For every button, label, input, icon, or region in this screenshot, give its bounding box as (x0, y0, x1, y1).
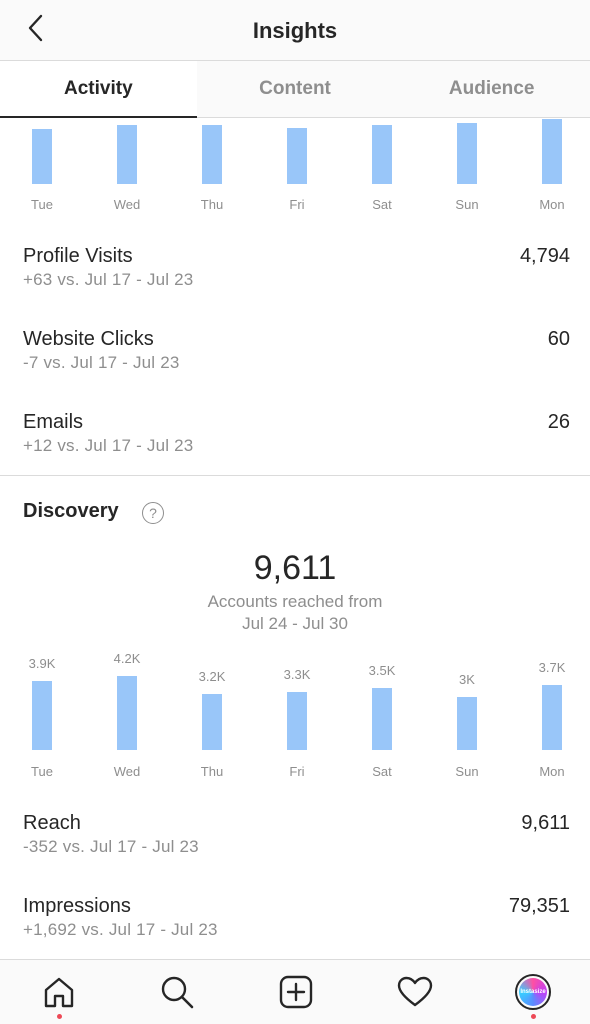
stat-label: Website Clicks (23, 328, 154, 350)
chart-bar (117, 125, 137, 184)
chart-day-label: Sun (455, 764, 479, 779)
nav-home[interactable] (39, 972, 79, 1012)
chart-bar (542, 119, 562, 184)
chart-bar (202, 125, 222, 184)
header-bar: Insights (0, 0, 590, 60)
heart-icon (397, 976, 433, 1007)
chart-bar (287, 128, 307, 184)
chart-day-label: Fri (289, 764, 305, 779)
chart-bar (372, 688, 392, 750)
chart-day-label: Wed (113, 197, 141, 212)
nav-activity[interactable] (395, 972, 435, 1012)
chart-value-label: 3.3K (283, 667, 311, 682)
chart-day-label: Mon (539, 764, 565, 779)
chart-day-label: Sun (455, 197, 479, 212)
help-icon[interactable]: ? (142, 502, 164, 524)
page-title: Insights (252, 17, 338, 43)
chart-value-label: 3.9K (28, 656, 56, 671)
chart-bar (457, 123, 477, 184)
activity-bar-chart: Tue Wed Thu Fri Sat Sun Mon (0, 119, 590, 219)
avatar-image: Instasize (519, 978, 547, 1006)
chart-day-label: Thu (200, 764, 224, 779)
insights-content[interactable]: Tue Wed Thu Fri Sat Sun Mon Profile Visits 4,7… (0, 119, 590, 959)
nav-new-post[interactable] (276, 972, 316, 1012)
stat-impressions[interactable]: Impressions 79,351 +1,692 vs. Jul 17 - J… (23, 895, 570, 945)
chart-bar (457, 697, 477, 750)
chart-day-label: Wed (113, 764, 141, 779)
avatar: Instasize (515, 974, 551, 1010)
discovery-total: 9,611 (253, 549, 337, 587)
stat-delta: +1,692 vs. Jul 17 - Jul 23 (23, 920, 218, 939)
tab-activity[interactable]: Activity (0, 61, 197, 118)
chart-value-label: 3K (459, 672, 475, 687)
chart-day-label: Sat (372, 197, 392, 212)
chart-value-label: 3.7K (538, 660, 566, 675)
stat-label: Impressions (23, 895, 131, 917)
chart-value-label: 3.5K (368, 663, 396, 678)
stat-website-clicks[interactable]: Website Clicks 60 -7 vs. Jul 17 - Jul 23 (23, 328, 570, 378)
discovery-caption: Accounts reached from (207, 592, 383, 611)
tab-bar: Activity Content Audience (0, 60, 590, 118)
chart-day-label: Thu (200, 197, 224, 212)
stat-value: 26 (547, 411, 570, 433)
chart-bar (287, 692, 307, 750)
chart-day-label: Mon (539, 197, 565, 212)
stat-profile-visits[interactable]: Profile Visits 4,794 +63 vs. Jul 17 - Ju… (23, 245, 570, 295)
chart-bar (202, 694, 222, 750)
stat-reach[interactable]: Reach 9,611 -352 vs. Jul 17 - Jul 23 (23, 812, 570, 862)
chart-bar (542, 685, 562, 750)
stat-value: 60 (547, 328, 570, 350)
chart-value-label: 3.2K (198, 669, 226, 684)
back-button[interactable] (18, 10, 54, 46)
stat-value: 4,794 (519, 245, 570, 267)
chart-bar (117, 676, 137, 750)
discovery-date-range: Jul 24 - Jul 30 (242, 614, 348, 633)
notification-dot (531, 1014, 536, 1019)
tab-content[interactable]: Content (197, 61, 394, 117)
new-post-icon (279, 975, 313, 1009)
stat-delta: -352 vs. Jul 17 - Jul 23 (23, 837, 199, 856)
stat-delta: +12 vs. Jul 17 - Jul 23 (23, 436, 194, 455)
stat-label: Profile Visits (23, 245, 133, 267)
stat-delta: +63 vs. Jul 17 - Jul 23 (23, 270, 194, 289)
stat-label: Emails (23, 411, 84, 433)
nav-search[interactable] (157, 972, 197, 1012)
insights-screen: Insights Activity Content Audience Tue We… (0, 0, 590, 1024)
stat-label: Reach (23, 812, 81, 834)
tab-audience[interactable]: Audience (393, 61, 590, 117)
discovery-bar-chart: 3.9K Tue 4.2K Wed 3.2K Thu 3.3K Fri 3.5K Sat 3K Sun… (0, 649, 590, 784)
section-divider (0, 475, 590, 476)
home-icon (44, 977, 74, 1008)
chart-day-label: Tue (31, 764, 53, 779)
chart-value-label: 4.2K (113, 651, 141, 666)
chart-bar (372, 125, 392, 184)
nav-profile[interactable]: Instasize (513, 972, 553, 1012)
discovery-title: Discovery (23, 500, 119, 522)
chart-day-label: Fri (289, 197, 305, 212)
chart-bar (32, 129, 52, 184)
stat-emails[interactable]: Emails 26 +12 vs. Jul 17 - Jul 23 (23, 411, 570, 461)
chart-day-label: Tue (31, 197, 53, 212)
notification-dot (57, 1014, 62, 1019)
bottom-nav: Instasize (0, 959, 590, 1024)
search-icon (161, 976, 194, 1009)
chart-day-label: Sat (372, 764, 392, 779)
stat-value: 79,351 (508, 895, 570, 917)
stat-delta: -7 vs. Jul 17 - Jul 23 (23, 353, 180, 372)
chart-bar (32, 681, 52, 750)
chevron-left-icon (28, 14, 43, 42)
stat-value: 9,611 (521, 812, 570, 834)
